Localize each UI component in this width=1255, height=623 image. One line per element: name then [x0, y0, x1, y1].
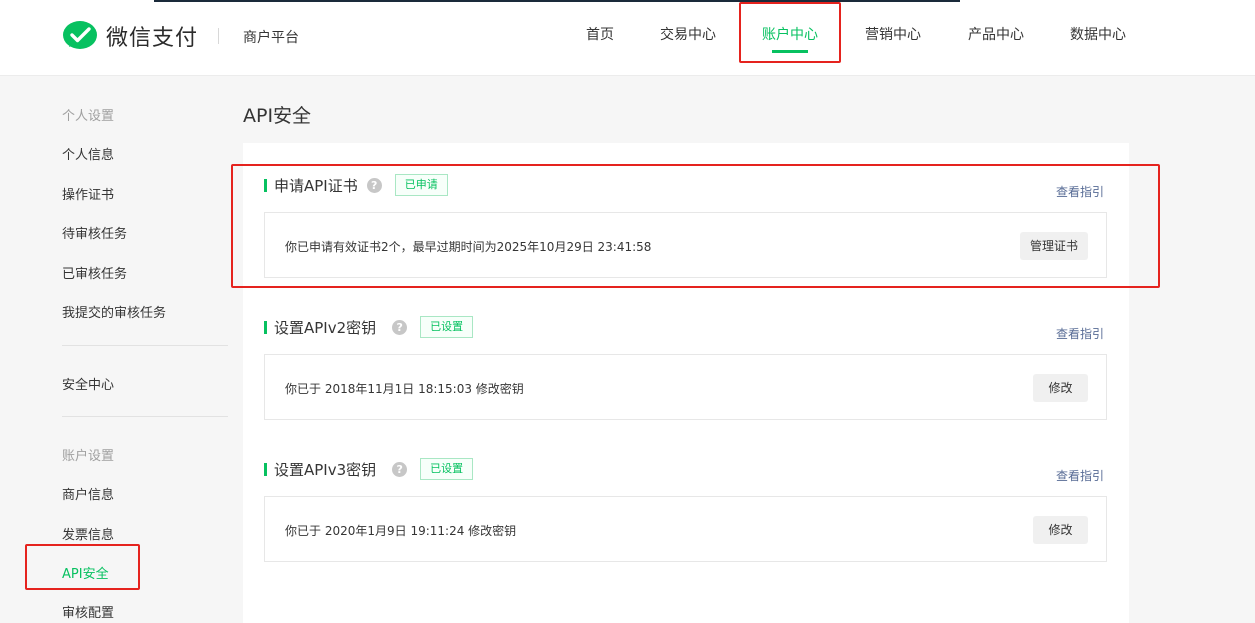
- wechat-pay-icon: [63, 21, 97, 49]
- status-badge: 已设置: [420, 316, 474, 338]
- question-icon[interactable]: ?: [392, 319, 408, 335]
- sidebar-item-my-submitted-tasks[interactable]: 我提交的审核任务: [62, 302, 166, 321]
- view-guide-link[interactable]: 查看指引: [1056, 325, 1104, 342]
- info-box-apiv3: 你已于 2020年1月9日 19:11:24 修改密钥 修改: [264, 496, 1107, 562]
- sidebar-group-account: 账户设置: [62, 449, 115, 464]
- sidebar-item-api-security[interactable]: API安全: [62, 563, 109, 582]
- nav-item-account[interactable]: 账户中心: [762, 24, 818, 44]
- section-title: 申请API证书: [274, 176, 358, 195]
- sidebar-divider: [62, 416, 228, 417]
- sidebar-divider: [62, 345, 228, 346]
- sidebar-group-personal: 个人设置: [62, 109, 115, 124]
- section-accent-bar: [264, 178, 267, 192]
- nav-item-home[interactable]: 首页: [586, 24, 614, 44]
- view-guide-link[interactable]: 查看指引: [1056, 467, 1104, 484]
- info-box-apiv2: 你已于 2018年11月1日 18:15:03 修改密钥 修改: [264, 354, 1107, 420]
- question-icon[interactable]: ?: [366, 177, 382, 193]
- question-icon[interactable]: ?: [392, 461, 408, 477]
- section-accent-bar: [264, 462, 267, 476]
- nav-item-trade[interactable]: 交易中心: [660, 24, 716, 44]
- sidebar-item-security-center[interactable]: 安全中心: [62, 374, 114, 393]
- status-badge: 已设置: [420, 458, 474, 480]
- section-apiv2-header: 设置APIv2密钥 ? 已设置: [264, 316, 474, 338]
- info-text: 你已于 2018年11月1日 18:15:03 修改密钥: [285, 382, 524, 396]
- sidebar-item-reviewed-tasks[interactable]: 已审核任务: [62, 263, 127, 282]
- platform-name: 商户平台: [243, 30, 299, 46]
- header-top-line: [154, 0, 960, 2]
- manage-cert-button[interactable]: 管理证书: [1019, 232, 1088, 260]
- info-text: 你已于 2020年1月9日 19:11:24 修改密钥: [285, 524, 517, 538]
- section-title: 设置APIv3密钥: [274, 460, 377, 479]
- nav-item-product[interactable]: 产品中心: [968, 24, 1024, 44]
- info-text: 你已申请有效证书2个，最早过期时间为2025年10月29日 23:41:58: [285, 240, 652, 254]
- sidebar-item-personal-info[interactable]: 个人信息: [62, 144, 114, 163]
- top-header: 微信支付 商户平台 首页 交易中心 账户中心 营销中心 产品中心 数据中心: [0, 0, 1255, 76]
- section-api-cert-header: 申请API证书 ? 已申请: [264, 174, 448, 196]
- nav-active-underline: [772, 50, 808, 53]
- status-badge: 已申请: [394, 174, 448, 196]
- info-box-api-cert: 你已申请有效证书2个，最早过期时间为2025年10月29日 23:41:58 管…: [264, 212, 1107, 278]
- sidebar-item-invoice-info[interactable]: 发票信息: [62, 524, 114, 543]
- section-title: 设置APIv2密钥: [274, 318, 377, 337]
- section-apiv3-header: 设置APIv3密钥 ? 已设置: [264, 458, 474, 480]
- nav-item-marketing[interactable]: 营销中心: [865, 24, 921, 44]
- sidebar-item-operation-cert[interactable]: 操作证书: [62, 184, 114, 203]
- wechat-pay-logo[interactable]: 微信支付: [62, 20, 198, 52]
- modify-key-button[interactable]: 修改: [1033, 516, 1088, 544]
- page-title: API安全: [243, 105, 312, 127]
- sidebar-item-review-config[interactable]: 审核配置: [62, 602, 114, 621]
- logo-text: 微信支付: [106, 26, 199, 51]
- sidebar-item-merchant-info[interactable]: 商户信息: [62, 484, 114, 503]
- modify-key-button[interactable]: 修改: [1033, 374, 1088, 402]
- view-guide-link[interactable]: 查看指引: [1056, 183, 1104, 200]
- sidebar-item-pending-tasks[interactable]: 待审核任务: [62, 223, 127, 242]
- logo-divider: [218, 28, 219, 44]
- nav-item-data[interactable]: 数据中心: [1070, 24, 1126, 44]
- section-accent-bar: [264, 320, 267, 334]
